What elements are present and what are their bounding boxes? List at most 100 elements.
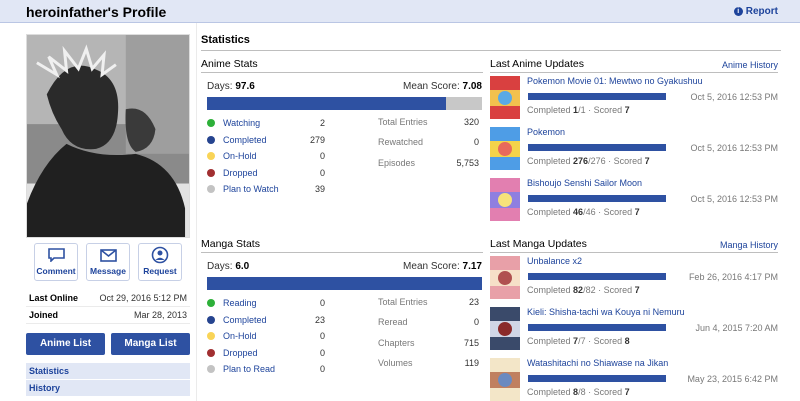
- anime-stats-header: Anime Stats: [201, 58, 483, 73]
- update-title-link[interactable]: Watashitachi no Shiawase na Jikan: [527, 358, 668, 368]
- info-label: Joined: [29, 310, 59, 320]
- score-value: 7: [634, 207, 640, 217]
- cover-thumbnail[interactable]: [490, 76, 520, 119]
- profile-sidebar: Comment Message Request Last Online Oct …: [26, 34, 190, 397]
- status-name[interactable]: Watching: [223, 118, 320, 128]
- comment-button[interactable]: Comment: [34, 243, 78, 281]
- cover-thumbnail[interactable]: [490, 127, 520, 170]
- total-label: Volumes: [378, 357, 413, 368]
- profile-actions: Comment Message Request: [26, 243, 190, 281]
- manga-days: Days: 6.0: [207, 261, 250, 272]
- status-name[interactable]: Dropped: [223, 348, 320, 358]
- status-count: 0: [319, 364, 325, 375]
- progress-count: 46: [573, 207, 584, 217]
- status-name[interactable]: Completed: [223, 135, 310, 145]
- anime-updates-list: Pokemon Movie 01: Mewtwo no Gyakushuu Oct…: [490, 76, 778, 226]
- status-name[interactable]: Completed: [223, 315, 315, 325]
- status-count: 39: [314, 184, 325, 195]
- total-row: Chapters 715: [378, 338, 479, 358]
- profile-header: heroinfather's Profile i Report: [0, 0, 800, 23]
- anime-stats-title: Anime Stats: [201, 58, 258, 70]
- status-dot-icon: [207, 119, 215, 128]
- total-row: Volumes 119: [378, 358, 479, 378]
- anime-updates-header: Last Anime Updates Anime History: [490, 58, 778, 73]
- comment-label: Comment: [36, 266, 76, 276]
- status-count: 2: [319, 118, 325, 129]
- anime-mean-score: Mean Score: 7.08: [403, 81, 482, 92]
- cover-thumbnail[interactable]: [490, 178, 520, 221]
- manga-updates-panel: Last Manga Updates Manga History Unbalan…: [490, 238, 778, 401]
- status-name[interactable]: Dropped: [223, 168, 320, 178]
- report-link[interactable]: i Report: [733, 6, 778, 17]
- score-value: 7: [624, 105, 630, 115]
- status-row: Watching 2: [207, 115, 325, 132]
- status-name[interactable]: On-Hold: [223, 331, 320, 341]
- cover-thumbnail[interactable]: [490, 307, 520, 350]
- anime-history-link[interactable]: Anime History: [722, 60, 778, 70]
- status-row: Reading 0: [207, 295, 325, 312]
- manga-days-row: Days: 6.0 Mean Score: 7.17: [201, 261, 483, 272]
- request-button[interactable]: Request: [138, 243, 182, 281]
- scored-label: · Scored: [598, 207, 633, 217]
- anime-days-row: Days: 97.6 Mean Score: 7.08: [201, 81, 483, 92]
- status-dot-icon: [207, 315, 215, 324]
- update-title-link[interactable]: Kieli: Shisha-tachi wa Kouya ni Nemuru: [527, 307, 685, 317]
- update-title-link[interactable]: Bishoujo Senshi Sailor Moon: [527, 178, 642, 188]
- update-title-link[interactable]: Pokemon Movie 01: Mewtwo no Gyakushuu: [527, 76, 703, 86]
- manga-stats-body: Reading 0 Completed 23 On-Hold 0 Dropped 0 Plan …: [201, 295, 483, 378]
- manga-list-button[interactable]: Manga List: [111, 333, 190, 355]
- progress-total: /7: [578, 336, 586, 346]
- avatar: [26, 34, 190, 238]
- status-dot-icon: [207, 365, 215, 374]
- update-title-link[interactable]: Unbalance x2: [527, 256, 582, 266]
- status-count: 0: [319, 347, 325, 358]
- total-value: 320: [463, 117, 479, 127]
- progress-total: /1: [578, 105, 586, 115]
- manga-status-list: Reading 0 Completed 23 On-Hold 0 Dropped 0 Plan …: [207, 295, 325, 378]
- status-name[interactable]: Plan to Watch: [223, 184, 315, 194]
- status-dot-icon: [207, 168, 215, 177]
- anime-list-button[interactable]: Anime List: [26, 333, 105, 355]
- status-dot-icon: [207, 348, 215, 357]
- update-entry: Pokemon Oct 5, 2016 12:53 PM Completed 276…: [490, 127, 778, 175]
- anime-updates-panel: Last Anime Updates Anime History Pokemon…: [490, 58, 778, 226]
- update-title-link[interactable]: Pokemon: [527, 127, 565, 137]
- scored-label: · Scored: [588, 105, 623, 115]
- status-name[interactable]: Plan to Read: [223, 364, 320, 374]
- manga-history-link[interactable]: Manga History: [720, 240, 778, 250]
- status-row: Dropped 0: [207, 165, 325, 182]
- sidebar-link-history[interactable]: History: [26, 380, 190, 397]
- manga-updates-title: Last Manga Updates: [490, 238, 587, 250]
- total-row: Total Entries 23: [378, 297, 479, 317]
- info-value: Mar 28, 2013: [133, 310, 187, 320]
- score-value: 7: [644, 156, 650, 166]
- anime-stats-bar-fill: [207, 97, 447, 110]
- status-name[interactable]: On-Hold: [223, 151, 320, 161]
- total-label: Total Entries: [378, 117, 428, 127]
- update-entry: Unbalance x2 Feb 26, 2016 4:17 PM Complete…: [490, 256, 778, 304]
- update-progress-bar: [528, 324, 666, 331]
- update-progress-bar: [528, 93, 666, 100]
- message-button[interactable]: Message: [86, 243, 130, 281]
- info-icon: i: [733, 7, 743, 16]
- anime-days: Days: 97.6: [207, 81, 255, 92]
- statistics-heading: Statistics: [201, 34, 781, 51]
- status-dot-icon: [207, 332, 215, 341]
- status-count: 0: [319, 298, 325, 309]
- update-status: Completed 46/46 · Scored 7: [527, 207, 640, 217]
- info-label: Last Online: [29, 293, 79, 303]
- update-entry: Bishoujo Senshi Sailor Moon Oct 5, 2016 1…: [490, 178, 778, 226]
- status-count: 0: [319, 151, 325, 162]
- status-dot-icon: [207, 185, 215, 194]
- friend-request-icon: [139, 244, 181, 266]
- update-date: May 23, 2015 6:42 PM: [687, 374, 778, 384]
- anime-updates-title: Last Anime Updates: [490, 58, 584, 70]
- update-progress-bar: [528, 144, 666, 151]
- sidebar-link-statistics[interactable]: Statistics: [26, 363, 190, 380]
- update-status: Completed 82/82 · Scored 7: [527, 285, 640, 295]
- cover-thumbnail[interactable]: [490, 256, 520, 299]
- cover-thumbnail[interactable]: [490, 358, 520, 401]
- progress-total: /8: [578, 387, 586, 397]
- total-label: Chapters: [378, 337, 415, 348]
- status-name[interactable]: Reading: [223, 298, 320, 308]
